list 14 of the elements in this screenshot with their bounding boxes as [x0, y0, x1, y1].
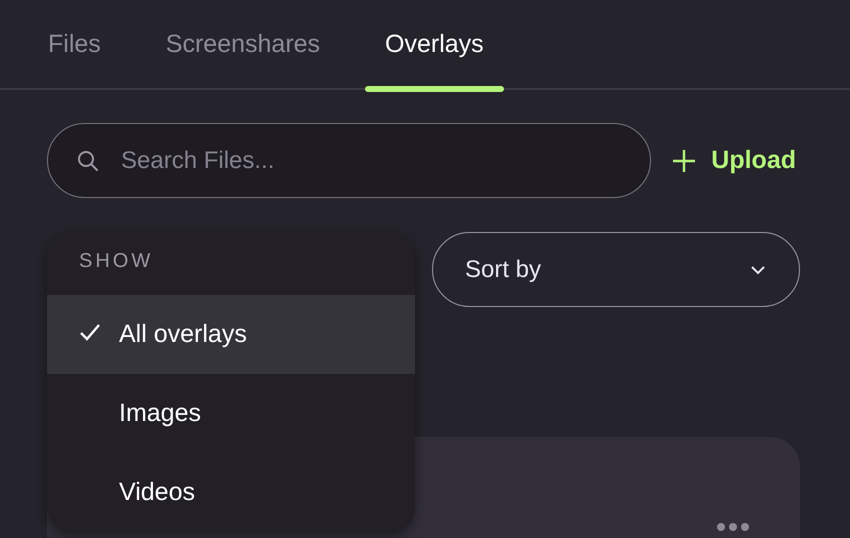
tab[interactable]: Files [28, 0, 121, 88]
chevron-down-icon [749, 264, 767, 276]
tab[interactable]: Screenshares [146, 0, 340, 88]
menu-item[interactable]: Videos [47, 453, 415, 532]
plus-icon [671, 148, 698, 174]
more-icon[interactable] [716, 522, 750, 532]
menu-item[interactable]: All overlays [47, 295, 415, 374]
upload-button[interactable]: Upload [667, 146, 800, 175]
menu-header: SHOW [78, 249, 154, 274]
check-icon [79, 322, 101, 342]
menu-item[interactable]: Images [47, 374, 415, 453]
sort-dropdown[interactable]: Sort by [432, 232, 800, 307]
tab[interactable]: Overlays [365, 0, 504, 88]
search-field[interactable]: Search Files... [47, 123, 652, 198]
